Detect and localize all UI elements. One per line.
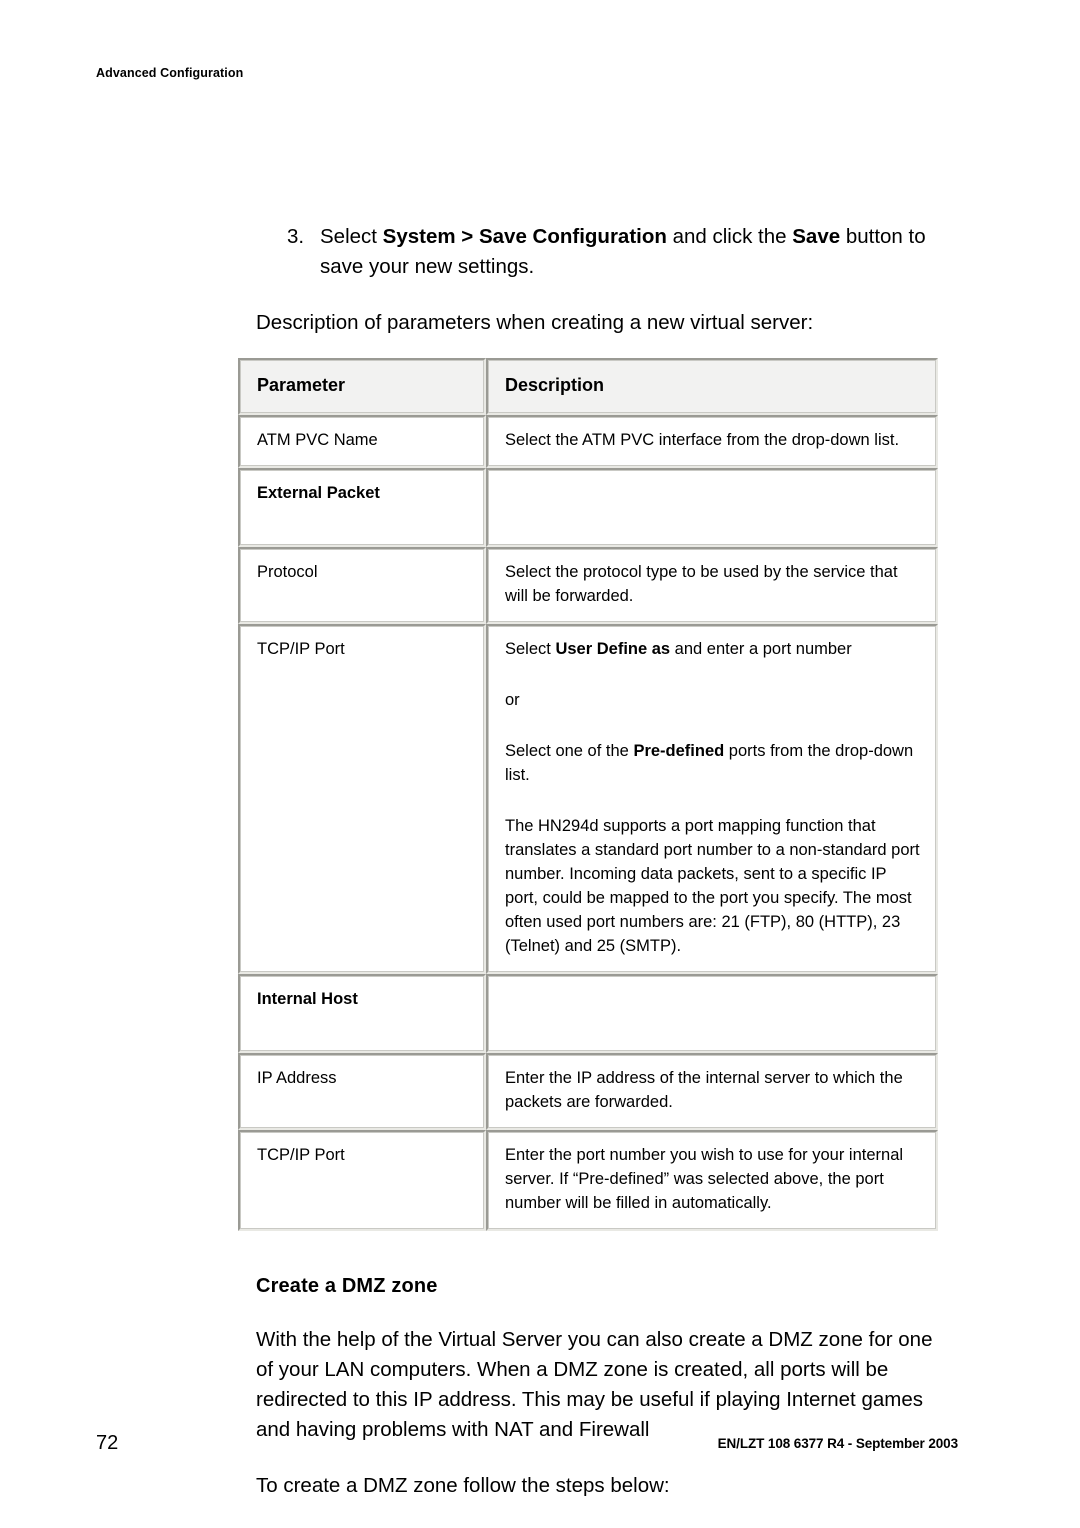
parameter-description-table: Parameter Description ATM PVC Name Selec… — [238, 358, 938, 1231]
desc-paragraph-user-define: Select User Define as and enter a port n… — [505, 637, 922, 661]
param-cell-tcpip-port-internal: TCP/IP Port — [238, 1130, 486, 1231]
desc-paragraph-port-mapping: The HN294d supports a port mapping funct… — [505, 817, 920, 955]
param-cell-atm-pvc-name: ATM PVC Name — [238, 415, 486, 468]
section-heading-create-dmz-zone: Create a DMZ zone — [256, 1275, 438, 1297]
dmz-followup-paragraph: To create a DMZ zone follow the steps be… — [256, 1474, 670, 1497]
table-row: TCP/IP Port Select User Define as and en… — [238, 624, 938, 974]
table-header-parameter: Parameter — [238, 358, 486, 415]
step-bold-system-save: System > Save Configuration — [382, 225, 667, 248]
text-fragment: and enter a port number — [670, 640, 852, 658]
desc-cell-external-packet — [486, 468, 938, 547]
step-text-lead: Select — [320, 225, 383, 248]
text-fragment: Select — [505, 640, 556, 658]
desc-cell-tcpip-port-internal: Enter the port number you wish to use fo… — [486, 1130, 938, 1231]
numbered-step-3: 3. Select System > Save Configuration an… — [256, 222, 946, 282]
param-cell-external-packet: External Packet — [238, 468, 486, 547]
param-cell-ip-address: IP Address — [238, 1053, 486, 1130]
desc-paragraph-predefined: Select one of the Pre-defined ports from… — [505, 739, 922, 787]
table-row: IP Address Enter the IP address of the i… — [238, 1053, 938, 1130]
desc-cell-ip-address: Enter the IP address of the internal ser… — [486, 1053, 938, 1130]
param-cell-protocol: Protocol — [238, 547, 486, 624]
document-page: Advanced Configuration 3. Select System … — [0, 0, 1080, 1528]
table-row: External Packet — [238, 468, 938, 547]
text-fragment: Select one of the — [505, 742, 634, 760]
table-row: TCP/IP Port Enter the port number you wi… — [238, 1130, 938, 1231]
table-header-row: Parameter Description — [238, 358, 938, 415]
running-header: Advanced Configuration — [96, 66, 244, 80]
table-row: ATM PVC Name Select the ATM PVC interfac… — [238, 415, 938, 468]
param-cell-tcpip-port-external: TCP/IP Port — [238, 624, 486, 974]
desc-cell-internal-host — [486, 974, 938, 1053]
table-row: Internal Host — [238, 974, 938, 1053]
param-cell-internal-host: Internal Host — [238, 974, 486, 1053]
desc-cell-atm-pvc-name: Select the ATM PVC interface from the dr… — [486, 415, 938, 468]
footer-document-id: EN/LZT 108 6377 R4 - September 2003 — [717, 1436, 958, 1451]
step-text-mid: and click the — [666, 225, 793, 248]
page-content: 3. Select System > Save Configuration an… — [238, 222, 946, 1527]
table-row: Protocol Select the protocol type to be … — [238, 547, 938, 624]
dmz-description-paragraph: With the help of the Virtual Server you … — [256, 1328, 933, 1441]
bold-user-define-as: User Define as — [555, 640, 671, 658]
page-footer: 72 EN/LZT 108 6377 R4 - September 2003 — [0, 1432, 1080, 1462]
footer-page-number: 72 — [96, 1432, 119, 1454]
desc-cell-protocol: Select the protocol type to be used by t… — [486, 547, 938, 624]
bold-pre-defined: Pre-defined — [633, 742, 725, 760]
desc-paragraph-or: or — [505, 691, 520, 709]
step-bold-save: Save — [792, 225, 841, 248]
step-number: 3. — [287, 225, 305, 248]
desc-cell-tcpip-port-external: Select User Define as and enter a port n… — [486, 624, 938, 974]
table-lead-in-text: Description of parameters when creating … — [256, 311, 814, 334]
table-header-description: Description — [486, 358, 938, 415]
